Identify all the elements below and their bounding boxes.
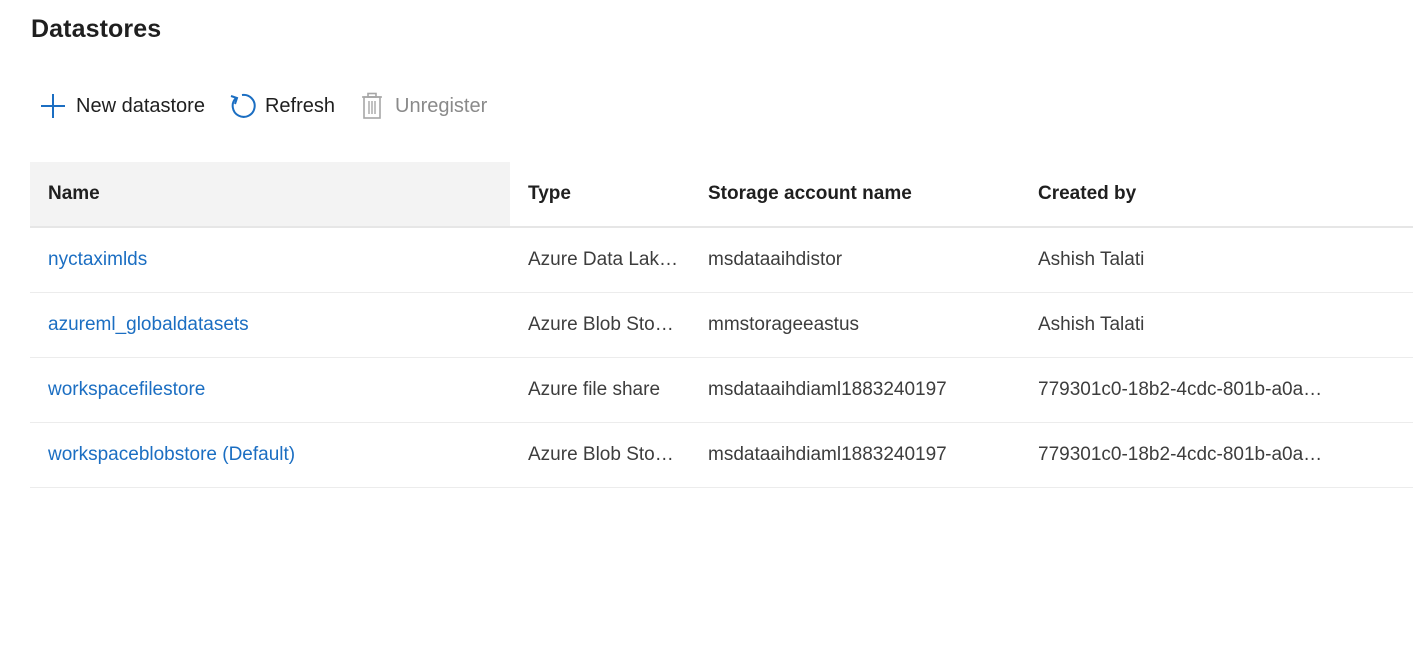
refresh-icon bbox=[227, 91, 257, 121]
table-row[interactable]: nyctaximlds Azure Data Lak… msdataaihdis… bbox=[30, 228, 1413, 293]
created-by: Ashish Talati bbox=[1038, 314, 1145, 335]
table-header-row: Name Type Storage account name Created b… bbox=[30, 162, 1413, 228]
table-row[interactable]: workspaceblobstore (Default) Azure Blob … bbox=[30, 423, 1413, 488]
command-bar: New datastore Refresh Unregister bbox=[38, 86, 509, 126]
new-datastore-button[interactable]: New datastore bbox=[38, 86, 205, 126]
column-header-name[interactable]: Name bbox=[30, 162, 510, 226]
storage-account-name: msdataaihdistor bbox=[708, 249, 843, 270]
created-by: 779301c0-18b2-4cdc-801b-a0a… bbox=[1038, 379, 1323, 400]
table-row[interactable]: azureml_globaldatasets Azure Blob Sto… m… bbox=[30, 293, 1413, 358]
plus-icon bbox=[38, 91, 68, 121]
datastore-name-link[interactable]: workspaceblobstore (Default) bbox=[30, 444, 510, 466]
refresh-button[interactable]: Refresh bbox=[227, 86, 335, 126]
datastore-type: Azure Data Lak… bbox=[528, 249, 678, 270]
created-by: 779301c0-18b2-4cdc-801b-a0a… bbox=[1038, 444, 1323, 465]
storage-account-name: mmstorageeastus bbox=[708, 314, 860, 335]
unregister-button[interactable]: Unregister bbox=[357, 86, 487, 126]
created-by: Ashish Talati bbox=[1038, 249, 1145, 270]
datastore-name-link[interactable]: azureml_globaldatasets bbox=[30, 314, 510, 336]
datastore-type: Azure Blob Sto… bbox=[528, 444, 674, 465]
table-row[interactable]: workspacefilestore Azure file share msda… bbox=[30, 358, 1413, 423]
new-datastore-label: New datastore bbox=[76, 94, 205, 117]
trash-icon bbox=[357, 91, 387, 121]
refresh-label: Refresh bbox=[264, 94, 335, 117]
column-header-created-by[interactable]: Created by bbox=[1020, 162, 1340, 226]
datastore-name-link[interactable]: nyctaximlds bbox=[30, 249, 510, 271]
datastore-type: Azure file share bbox=[528, 379, 661, 400]
datastores-table: Name Type Storage account name Created b… bbox=[30, 162, 1413, 488]
storage-account-name: msdataaihdiaml1883240197 bbox=[708, 444, 947, 465]
page-title: Datastores bbox=[31, 15, 162, 43]
storage-account-name: msdataaihdiaml1883240197 bbox=[708, 379, 947, 400]
unregister-label: Unregister bbox=[395, 94, 488, 117]
datastores-page: Datastores New datastore Refresh Unregis… bbox=[0, 0, 1413, 649]
column-header-type[interactable]: Type bbox=[510, 162, 690, 226]
datastore-name-link[interactable]: workspacefilestore bbox=[30, 379, 510, 401]
datastore-type: Azure Blob Sto… bbox=[528, 314, 674, 335]
column-header-storage-account[interactable]: Storage account name bbox=[690, 162, 1020, 226]
